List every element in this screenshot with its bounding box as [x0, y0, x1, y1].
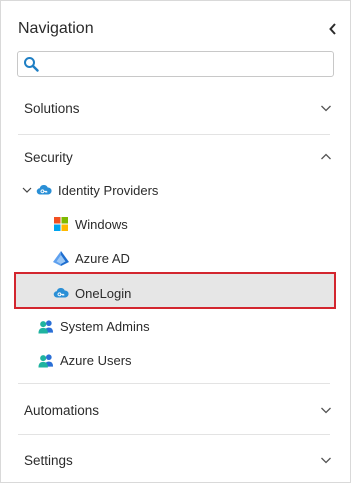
windows-logo-icon	[53, 216, 69, 232]
tree-item-identity-providers[interactable]: Identity Providers	[21, 177, 158, 203]
section-solutions[interactable]: Solutions	[1, 96, 350, 120]
tree-item-label: Windows	[75, 216, 128, 232]
chevron-down-icon[interactable]	[21, 184, 33, 196]
azure-ad-pyramid-icon	[53, 250, 69, 266]
users-group-icon	[38, 352, 54, 368]
section-settings[interactable]: Settings	[1, 448, 350, 472]
chevron-down-icon	[321, 457, 331, 464]
chevron-up-icon	[321, 153, 331, 160]
cloud-key-icon	[36, 182, 52, 198]
tree-item-label: System Admins	[60, 318, 150, 334]
search-icon	[24, 57, 39, 72]
collapse-panel-button[interactable]	[326, 21, 340, 37]
users-group-icon	[38, 318, 54, 334]
section-settings-label: Settings	[24, 452, 73, 468]
section-security[interactable]: Security	[1, 145, 350, 169]
divider	[18, 134, 330, 135]
chevron-left-icon	[329, 23, 336, 35]
section-solutions-label: Solutions	[24, 100, 80, 116]
tree-item-label: Azure Users	[60, 352, 132, 368]
navigation-panel: Navigation Solutions Security Identity P…	[0, 0, 351, 483]
chevron-down-icon	[321, 105, 331, 112]
tree-item-onelogin[interactable]: OneLogin	[53, 280, 131, 306]
tree-item-windows[interactable]: Windows	[53, 211, 128, 237]
panel-title: Navigation	[18, 20, 94, 37]
section-automations[interactable]: Automations	[1, 398, 350, 422]
tree-item-azure-ad[interactable]: Azure AD	[53, 245, 130, 271]
tree-item-label: OneLogin	[75, 285, 132, 301]
cloud-key-icon	[53, 285, 69, 301]
search-input[interactable]	[43, 52, 333, 76]
divider	[18, 383, 330, 384]
tree-item-system-admins[interactable]: System Admins	[38, 313, 150, 339]
section-security-label: Security	[24, 149, 73, 165]
tree-item-azure-users[interactable]: Azure Users	[38, 347, 132, 373]
section-automations-label: Automations	[24, 402, 100, 418]
panel-header: Navigation	[18, 19, 340, 41]
search-box[interactable]	[17, 51, 334, 77]
chevron-down-icon	[321, 407, 331, 414]
tree-item-label: Azure AD	[75, 250, 130, 266]
divider	[18, 434, 330, 435]
tree-item-label: Identity Providers	[58, 182, 159, 198]
